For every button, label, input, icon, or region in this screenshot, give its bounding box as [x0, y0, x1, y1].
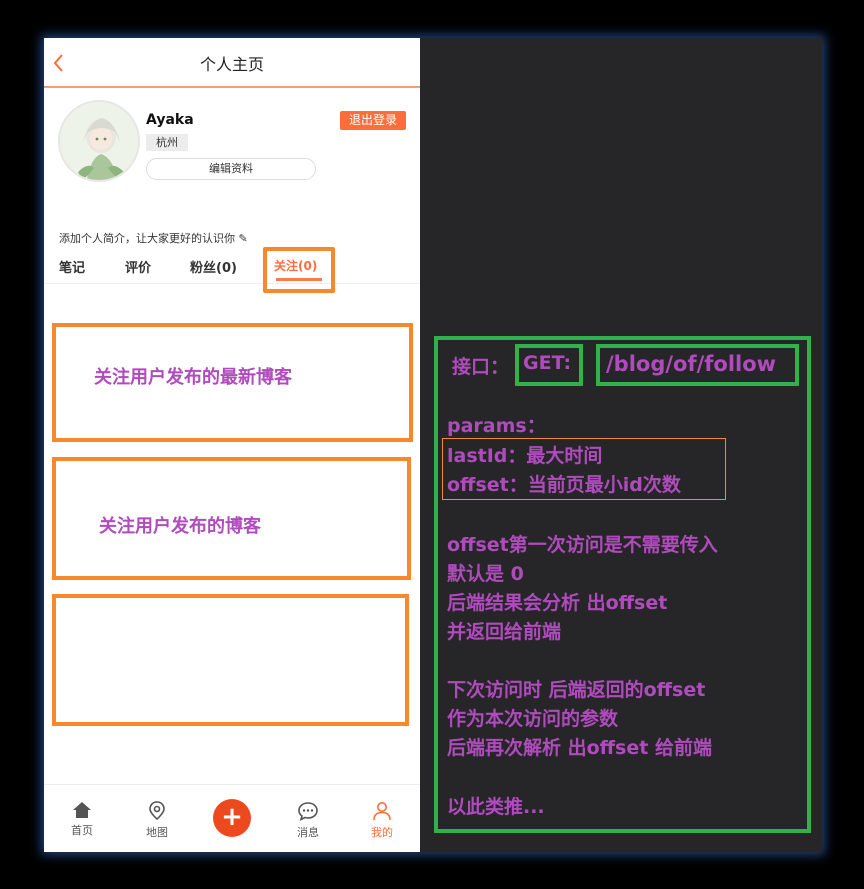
note-line-7: 后端再次解析 出offset 给前端 [447, 737, 712, 759]
page-title: 个人主页 [199, 55, 264, 74]
note-line-2: 默认是 0 [447, 563, 524, 585]
note-line-1: offset第一次访问是不需要传入 [447, 534, 718, 556]
api-method: GET: [523, 352, 572, 374]
username: Ayaka [146, 112, 194, 128]
tab-fans[interactable]: 粉丝(0) [190, 257, 237, 276]
nav-me[interactable]: 我的 [357, 785, 407, 845]
user-icon [373, 802, 391, 821]
empty-blog-placeholder [52, 594, 409, 726]
nav-map[interactable]: 地图 [132, 785, 182, 845]
latest-blog-label: 关注用户发布的最新博客 [94, 367, 292, 388]
avatar[interactable] [58, 100, 140, 182]
note-line-3: 后端结果会分析 出offset [447, 592, 668, 614]
nav-messages-label: 消息 [297, 826, 319, 839]
follow-tab-highlight [263, 247, 335, 293]
note-line-6: 作为本次访问的参数 [447, 708, 619, 730]
nav-me-label: 我的 [371, 826, 393, 839]
add-button[interactable]: + [213, 799, 251, 837]
nav-home-label: 首页 [71, 824, 93, 837]
note-line-8: 以此类推... [447, 796, 545, 818]
home-icon [73, 802, 91, 818]
api-label: 接口： [452, 356, 510, 378]
nav-messages[interactable]: 消息 [283, 785, 333, 845]
header: 个人主页 [44, 38, 420, 88]
bottom-nav: 首页 地图 + 消息 我的 [44, 784, 420, 852]
param-lastid: lastId：最大时间 [447, 445, 603, 467]
tab-notes[interactable]: 笔记 [59, 257, 85, 276]
map-pin-icon [149, 801, 165, 821]
params-title: params： [447, 415, 546, 437]
blog-label: 关注用户发布的博客 [99, 516, 261, 537]
chat-icon [298, 802, 318, 821]
tab-divider [44, 283, 420, 284]
city-tag: 杭州 [146, 134, 188, 151]
nav-home[interactable]: 首页 [57, 785, 107, 845]
nav-map-label: 地图 [146, 826, 168, 839]
param-offset: offset：当前页最小id次数 [447, 474, 681, 496]
phone-screen: 个人主页 Ayaka 杭州 退出登录 编辑资料 添加个人简介，让大家更好的认识你… [44, 38, 420, 852]
logout-button[interactable]: 退出登录 [340, 111, 406, 130]
edit-profile-button[interactable]: 编辑资料 [146, 158, 316, 180]
note-line-4: 并返回给前端 [447, 621, 562, 643]
note-line-5: 下次访问时 后端返回的offset [447, 679, 706, 701]
avatar-image [60, 102, 138, 180]
api-path: /blog/of/follow [606, 352, 777, 376]
profile-intro[interactable]: 添加个人简介，让大家更好的认识你 ✎ [59, 230, 248, 246]
tab-reviews[interactable]: 评价 [125, 257, 151, 276]
